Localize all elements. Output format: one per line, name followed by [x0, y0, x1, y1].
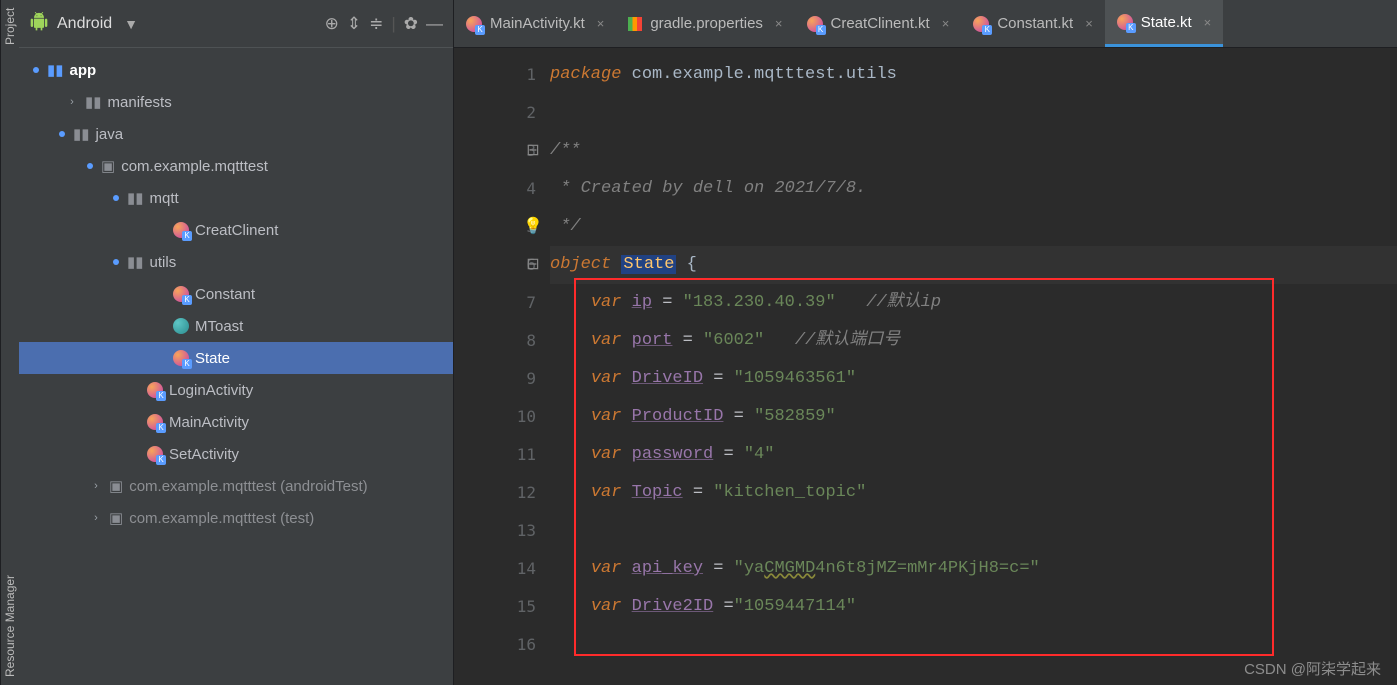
tree-setactivity[interactable]: SetActivity — [19, 438, 453, 470]
kotlin-file-icon — [466, 16, 482, 32]
tree-java[interactable]: ▮▮java — [19, 118, 453, 150]
kotlin-file-icon — [173, 286, 189, 302]
editor[interactable]: 12345678910111213141516 ⊟💡⊟ package com.… — [454, 48, 1397, 685]
divider: | — [391, 14, 395, 34]
package-icon: ▣ — [109, 509, 123, 527]
chevron-right-icon: › — [89, 512, 103, 524]
tree-app[interactable]: ▮▮app — [19, 54, 453, 86]
tree-creatclinent[interactable]: CreatClinent — [19, 214, 453, 246]
android-icon — [29, 12, 49, 35]
chevron-right-icon: › — [65, 96, 79, 108]
tree-pkg-main[interactable]: ▣com.example.mqtttest — [19, 150, 453, 182]
bulb-icon[interactable]: 💡 — [522, 208, 544, 246]
close-icon[interactable]: × — [1085, 16, 1093, 31]
close-icon[interactable]: × — [775, 16, 783, 31]
folder-icon: ▮▮ — [85, 93, 102, 111]
code-area[interactable]: package com.example.mqtttest.utils /** *… — [544, 48, 1397, 685]
tree-pkg-androidtest[interactable]: ›▣com.example.mqtttest (androidTest) — [19, 470, 453, 502]
editor-tabs: MainActivity.kt× gradle.properties× Crea… — [454, 0, 1397, 48]
kotlin-file-icon — [973, 16, 989, 32]
vtab-resource-manager[interactable]: Resource Manager — [3, 575, 17, 677]
tree-mqtt[interactable]: ▮▮mqtt — [19, 182, 453, 214]
kotlin-file-icon — [807, 16, 823, 32]
kotlin-file-icon — [173, 350, 189, 366]
tab-gradleproperties[interactable]: gradle.properties× — [616, 0, 794, 47]
project-tree: ▮▮app ›▮▮manifests ▮▮java ▣com.example.m… — [19, 48, 453, 540]
tree-constant[interactable]: Constant — [19, 278, 453, 310]
select-opened-file-icon[interactable]: ⊕ — [325, 14, 339, 34]
folder-icon: ▮▮ — [127, 189, 144, 207]
collapse-icon[interactable]: ⇕ — [347, 14, 361, 34]
tree-pkg-test[interactable]: ›▣com.example.mqtttest (test) — [19, 502, 453, 534]
folder-icon: ▮▮ — [73, 125, 90, 143]
package-icon: ▣ — [109, 477, 123, 495]
package-icon: ▣ — [101, 157, 115, 175]
folder-icon: ▮▮ — [127, 253, 144, 271]
kotlin-file-icon — [147, 382, 163, 398]
expand-icon[interactable]: ≑ — [369, 14, 383, 34]
module-icon: ▮▮ — [47, 61, 64, 79]
sidebar-title: Android — [57, 15, 112, 33]
chevron-right-icon: › — [89, 480, 103, 492]
project-sidebar: Android ▼ ⊕ ⇕ ≑ | ✿ — ▮▮app ›▮▮manifests… — [19, 0, 454, 685]
annotation-highlight-box — [574, 278, 1274, 656]
vertical-tabs-left: Resource Manager Project — [0, 0, 19, 685]
kotlin-file-icon — [147, 446, 163, 462]
vtab-project[interactable]: Project — [3, 8, 17, 45]
gear-icon[interactable]: ✿ — [404, 14, 418, 34]
dropdown-icon[interactable]: ▼ — [124, 16, 138, 32]
kotlin-file-icon — [1117, 14, 1133, 30]
tree-mtoast[interactable]: MToast — [19, 310, 453, 342]
tree-state[interactable]: State — [19, 342, 453, 374]
tree-manifests[interactable]: ›▮▮manifests — [19, 86, 453, 118]
tab-mainactivity[interactable]: MainActivity.kt× — [454, 0, 616, 47]
tab-state[interactable]: State.kt× — [1105, 0, 1223, 47]
hide-icon[interactable]: — — [426, 14, 443, 34]
kotlin-file-icon — [147, 414, 163, 430]
main-area: MainActivity.kt× gradle.properties× Crea… — [454, 0, 1397, 685]
kotlin-file-icon — [173, 222, 189, 238]
kotlin-class-icon — [173, 318, 189, 334]
close-icon[interactable]: × — [1204, 15, 1212, 30]
properties-icon — [628, 17, 642, 31]
tree-utils[interactable]: ▮▮utils — [19, 246, 453, 278]
gutter-icons: ⊟💡⊟ — [522, 56, 544, 664]
close-icon[interactable]: × — [942, 16, 950, 31]
close-icon[interactable]: × — [597, 16, 605, 31]
tree-loginactivity[interactable]: LoginActivity — [19, 374, 453, 406]
sidebar-header: Android ▼ ⊕ ⇕ ≑ | ✿ — — [19, 0, 453, 48]
tab-creatclinent[interactable]: CreatClinent.kt× — [795, 0, 962, 47]
tab-constant[interactable]: Constant.kt× — [961, 0, 1104, 47]
tree-mainactivity[interactable]: MainActivity — [19, 406, 453, 438]
